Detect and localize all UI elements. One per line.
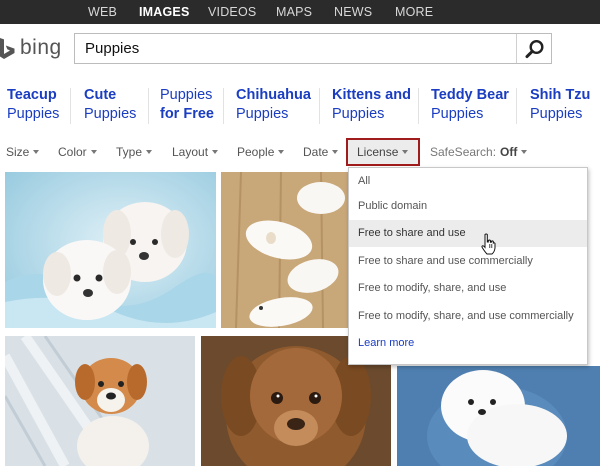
search-icon — [525, 39, 544, 59]
related-searches: Teacup Puppies Cute Puppies Puppies for … — [0, 86, 600, 126]
divider — [516, 88, 517, 124]
related-label: Puppies — [84, 106, 137, 122]
related-label: Puppies — [160, 87, 213, 103]
related-label: Puppies — [332, 106, 385, 122]
size-filter-label: Size — [6, 145, 30, 159]
date-filter[interactable]: Date — [303, 140, 339, 164]
related-shih-tzu-puppies[interactable]: Shih Tzu Puppies — [530, 86, 590, 126]
related-chihuahua-puppies[interactable]: Chihuahua Puppies — [236, 86, 311, 126]
filter-bar: Size Color Type Layout People Date Licen… — [0, 138, 600, 166]
search-button[interactable] — [517, 34, 552, 63]
divider — [319, 88, 320, 124]
puppy-image — [397, 366, 600, 466]
caret-down-icon — [212, 149, 219, 154]
related-bold-label: Teddy Bear — [431, 87, 509, 103]
color-filter-label: Color — [58, 145, 87, 159]
caret-down-icon — [33, 149, 40, 154]
bing-logo-icon — [0, 38, 15, 59]
license-option-all[interactable]: All — [349, 168, 587, 195]
puppy-image — [5, 336, 195, 466]
tab-images[interactable]: IMAGES — [139, 0, 190, 24]
related-bold-label: Chihuahua — [236, 87, 311, 103]
logo-text: bing — [20, 36, 62, 59]
caret-down-icon — [90, 149, 97, 154]
type-filter[interactable]: Type — [116, 140, 153, 164]
caret-down-icon — [146, 149, 153, 154]
search-input[interactable] — [75, 34, 515, 63]
tab-maps[interactable]: MAPS — [276, 0, 312, 24]
related-label: Puppies — [431, 106, 484, 122]
related-puppies-for-free[interactable]: Puppies for Free — [160, 86, 214, 126]
people-filter-label: People — [237, 145, 275, 159]
image-result[interactable] — [221, 172, 348, 328]
caret-down-icon — [332, 149, 339, 154]
related-label: Puppies — [530, 106, 583, 122]
related-bold-label: Cute — [84, 87, 117, 103]
date-filter-label: Date — [303, 145, 329, 159]
divider — [418, 88, 419, 124]
image-result[interactable] — [5, 172, 216, 328]
layout-filter[interactable]: Layout — [172, 140, 219, 164]
layout-filter-label: Layout — [172, 145, 209, 159]
caret-down-icon — [402, 149, 409, 154]
divider — [223, 88, 224, 124]
divider — [70, 88, 71, 124]
safesearch-value: Off — [500, 145, 518, 159]
type-filter-label: Type — [116, 145, 143, 159]
related-teddy-bear-puppies[interactable]: Teddy Bear Puppies — [431, 86, 509, 126]
hand-pointer-icon — [481, 233, 496, 255]
divider — [148, 88, 149, 124]
tab-news[interactable]: NEWS — [334, 0, 372, 24]
related-label: Puppies — [7, 106, 60, 122]
puppy-image — [5, 172, 216, 328]
related-cute-puppies[interactable]: Cute Puppies — [84, 86, 136, 126]
license-dropdown: All Public domain Free to share and use … — [348, 167, 588, 365]
tab-web[interactable]: WEB — [88, 0, 117, 24]
related-teacup-puppies[interactable]: Teacup Puppies — [7, 86, 59, 126]
safesearch-label: SafeSearch: — [430, 145, 497, 159]
caret-down-icon — [521, 149, 528, 154]
license-filter-label: License — [357, 145, 399, 159]
related-bold-label: Shih Tzu — [530, 87, 591, 103]
license-option-public-domain[interactable]: Public domain — [349, 193, 587, 220]
related-bold-label: for Free — [160, 106, 214, 122]
top-navigation: WEB IMAGES VIDEOS MAPS NEWS MORE — [0, 0, 600, 24]
people-filter[interactable]: People — [237, 140, 285, 164]
tab-videos[interactable]: VIDEOS — [208, 0, 256, 24]
related-bold-label: Kittens and — [332, 87, 411, 103]
related-label: Puppies — [236, 106, 289, 122]
license-option-modify-share-use[interactable]: Free to modify, share, and use — [349, 275, 587, 302]
license-filter[interactable]: License — [346, 138, 420, 166]
learn-more-link[interactable]: Learn more — [349, 330, 587, 357]
related-kittens-and-puppies[interactable]: Kittens and Puppies — [332, 86, 411, 126]
size-filter[interactable]: Size — [6, 140, 40, 164]
license-option-modify-share-use-commercially[interactable]: Free to modify, share, and use commercia… — [349, 303, 587, 330]
image-result[interactable] — [397, 366, 600, 466]
puppy-image — [221, 172, 348, 328]
image-result[interactable] — [5, 336, 195, 466]
license-option-free-to-share-and-use[interactable]: Free to share and use — [349, 220, 587, 247]
tab-more[interactable]: MORE — [395, 0, 433, 24]
caret-down-icon — [278, 149, 285, 154]
related-bold-label: Teacup — [7, 87, 57, 103]
safesearch-filter[interactable]: Off — [500, 140, 528, 164]
search-box — [74, 33, 552, 64]
license-option-share-use-commercially[interactable]: Free to share and use commercially — [349, 248, 587, 275]
color-filter[interactable]: Color — [58, 140, 97, 164]
